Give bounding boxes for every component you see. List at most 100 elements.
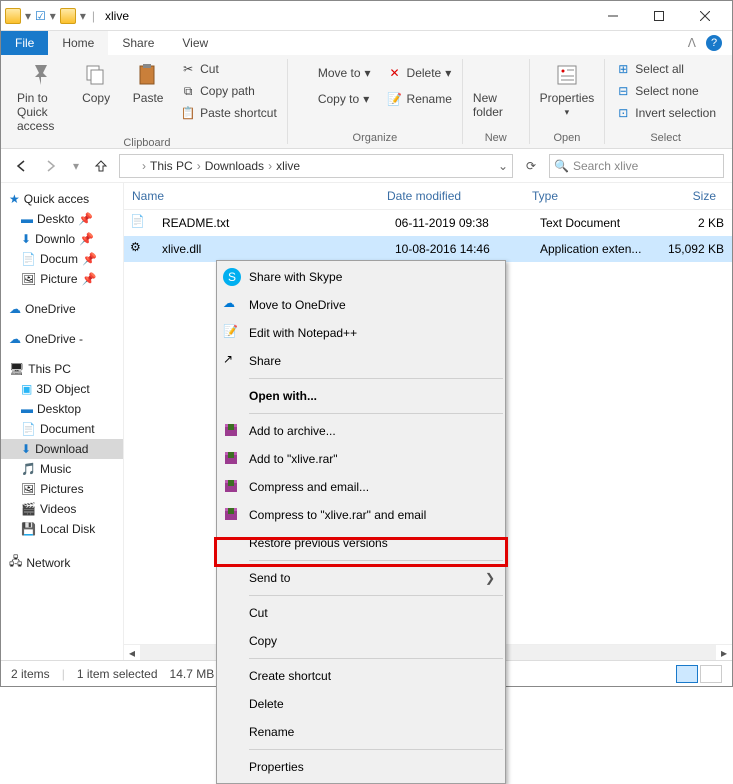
paste-shortcut-button[interactable]: 📋Paste shortcut (176, 103, 281, 123)
sidebar-onedrive[interactable]: ☁OneDrive (1, 299, 123, 319)
refresh-button[interactable]: ⟳ (519, 154, 543, 178)
file-tab[interactable]: File (1, 31, 48, 55)
file-row[interactable]: 📄 README.txt 06-11-2019 09:38 Text Docum… (124, 210, 732, 236)
selection-count: 1 item selected (77, 667, 158, 681)
group-label: Select (650, 132, 681, 144)
sidebar-pictures[interactable]: 🖼Picture📌 (1, 269, 123, 289)
sidebar-desktop[interactable]: ▬Deskto📌 (1, 209, 123, 229)
address-dropdown-icon[interactable]: ⌄ (498, 159, 508, 173)
menu-copy[interactable]: Copy (219, 627, 503, 655)
select-none-button[interactable]: ⊟Select none (611, 81, 720, 101)
menu-compress-xlive[interactable]: Compress to "xlive.rar" and email (219, 501, 503, 529)
breadcrumb-downloads[interactable]: Downloads (205, 159, 264, 173)
menu-create-shortcut[interactable]: Create shortcut (219, 662, 503, 690)
icons-view-button[interactable] (700, 665, 722, 683)
window-title: xlive (105, 9, 129, 23)
back-button[interactable] (9, 154, 33, 178)
text-file-icon: 📄 (130, 214, 148, 232)
search-box[interactable]: 🔍 Search xlive (549, 154, 724, 178)
select-all-button[interactable]: ⊞Select all (611, 59, 720, 79)
menu-skype[interactable]: SShare with Skype (219, 263, 503, 291)
app-icon (5, 8, 21, 24)
sidebar-network[interactable]: 🖧Network (1, 549, 123, 576)
col-name: Name (124, 189, 379, 203)
menu-delete[interactable]: Delete (219, 690, 503, 718)
move-to-button[interactable]: Move to ▾ (294, 63, 375, 83)
collapse-ribbon-icon[interactable]: ᐱ (688, 36, 696, 50)
sidebar-3d[interactable]: ▣3D Object (1, 379, 123, 399)
forward-button[interactable] (39, 154, 63, 178)
sidebar-documents[interactable]: 📄Docum📌 (1, 249, 123, 269)
maximize-button[interactable] (636, 1, 682, 31)
sidebar-downloads[interactable]: ⬇Downlo📌 (1, 229, 123, 249)
qat-checkbox-icon[interactable]: ☑ (35, 9, 46, 23)
sidebar-downloads2[interactable]: ⬇Download (1, 439, 123, 459)
sidebar-onedrive2[interactable]: ☁OneDrive - (1, 329, 123, 349)
menu-share[interactable]: ↗Share (219, 347, 503, 375)
search-icon: 🔍 (554, 159, 569, 173)
menu-properties[interactable]: Properties (219, 753, 503, 781)
menu-cut[interactable]: Cut (219, 599, 503, 627)
menu-open-with[interactable]: Open with... (219, 382, 503, 410)
file-row[interactable]: ⚙ xlive.dll 10-08-2016 14:46 Application… (124, 236, 732, 262)
sidebar-quick-access[interactable]: ★Quick acces (1, 189, 123, 209)
menu-onedrive[interactable]: ☁Move to OneDrive (219, 291, 503, 319)
sidebar-desktop2[interactable]: ▬Desktop (1, 399, 123, 419)
delete-button[interactable]: ✕Delete ▾ (383, 63, 456, 83)
breadcrumb-pc[interactable]: This PC (150, 159, 193, 173)
qat-dropdown2-icon[interactable]: ▾ (50, 9, 56, 23)
invert-selection-button[interactable]: ⊡Invert selection (611, 103, 720, 123)
properties-button[interactable]: Properties▾ (536, 59, 599, 120)
cut-button[interactable]: ✂Cut (176, 59, 281, 79)
sidebar-documents2[interactable]: 📄Document (1, 419, 123, 439)
close-button[interactable] (682, 1, 728, 31)
title-bar: ▾ ☑ ▾ ▾ | xlive (1, 1, 732, 31)
menu-notepad[interactable]: 📝Edit with Notepad++ (219, 319, 503, 347)
col-type: Type (524, 189, 644, 203)
breadcrumb-xlive[interactable]: xlive (276, 159, 300, 173)
folder-icon (124, 160, 138, 172)
group-label: New (485, 132, 507, 144)
group-label: Open (553, 132, 580, 144)
dll-file-icon: ⚙ (130, 240, 148, 258)
sidebar-localdisk[interactable]: 💾Local Disk (1, 519, 123, 539)
group-label: Organize (353, 132, 398, 144)
menu-add-xlive[interactable]: Add to "xlive.rar" (219, 445, 503, 473)
sidebar-this-pc[interactable]: 🖥This PC (1, 359, 123, 379)
qat-dropdown-icon[interactable]: ▾ (25, 9, 31, 23)
ribbon-tabs: File Home Share View ᐱ ? (1, 31, 732, 55)
sidebar-videos[interactable]: 🎬Videos (1, 499, 123, 519)
selection-size: 14.7 MB (170, 667, 215, 681)
view-tab[interactable]: View (168, 31, 222, 55)
sidebar-pictures2[interactable]: 🖼Pictures (1, 479, 123, 499)
minimize-button[interactable] (590, 1, 636, 31)
menu-restore[interactable]: Restore previous versions (219, 529, 503, 557)
address-box[interactable]: › This PC › Downloads › xlive ⌄ (119, 154, 513, 178)
group-label: Clipboard (123, 137, 170, 149)
share-tab[interactable]: Share (108, 31, 168, 55)
qat-dropdown3-icon[interactable]: ▾ (80, 9, 86, 23)
paste-button[interactable]: Paste (124, 59, 172, 107)
pin-quick-access-button[interactable]: Pin to Quick access (13, 59, 68, 135)
copy-button[interactable]: Copy (72, 59, 120, 107)
recent-button[interactable]: ▾ (69, 154, 83, 178)
help-icon[interactable]: ? (706, 35, 722, 51)
item-count: 2 items (11, 667, 50, 681)
menu-compress[interactable]: Compress and email... (219, 473, 503, 501)
copy-path-button[interactable]: ⧉Copy path (176, 81, 281, 101)
sidebar-music[interactable]: 🎵Music (1, 459, 123, 479)
ribbon: Pin to Quick access Copy Paste ✂Cut ⧉Cop… (1, 55, 732, 149)
col-date: Date modified (379, 189, 524, 203)
folder-icon (60, 8, 76, 24)
menu-send-to[interactable]: Send to❯ (219, 564, 503, 592)
rename-button[interactable]: 📝Rename (383, 89, 456, 109)
menu-rename[interactable]: Rename (219, 718, 503, 746)
details-view-button[interactable] (676, 665, 698, 683)
up-button[interactable] (89, 154, 113, 178)
copy-to-button[interactable]: Copy to ▾ (294, 89, 375, 109)
column-headers[interactable]: Name Date modified Type Size (124, 183, 732, 210)
home-tab[interactable]: Home (48, 31, 108, 55)
menu-add-archive[interactable]: Add to archive... (219, 417, 503, 445)
new-folder-button[interactable]: New folder (469, 59, 523, 121)
address-bar: ▾ › This PC › Downloads › xlive ⌄ ⟳ 🔍 Se… (1, 149, 732, 183)
